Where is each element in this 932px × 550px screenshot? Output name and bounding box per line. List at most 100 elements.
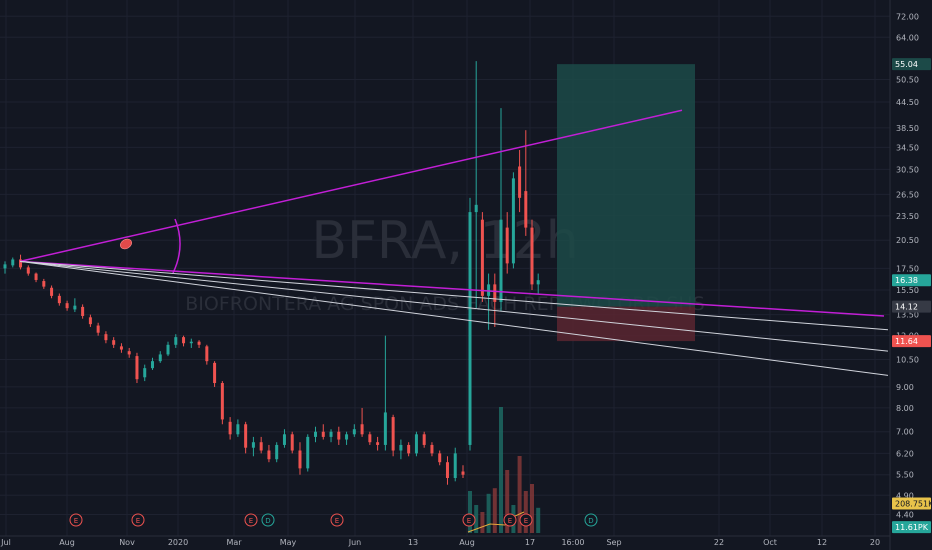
y-tick-label: 20.50 [896, 236, 919, 245]
candle-body [267, 450, 271, 460]
candle-body [127, 351, 131, 355]
candle-body [26, 267, 30, 274]
x-tick-label: 22 [714, 538, 724, 547]
y-tick-label: 9.00 [896, 383, 914, 392]
time-axis[interactable]: Jul Aug Nov 2020 Mar May Jun 13 Aug 17 16:00 Sep 22 O… [0, 535, 890, 547]
candle-body [360, 424, 364, 435]
event-marker-label: D [588, 517, 593, 525]
x-tick-label: 16:00 [561, 538, 584, 547]
volume-bar [530, 484, 534, 533]
drawing-marker[interactable] [119, 237, 134, 251]
x-tick-label: May [280, 538, 297, 547]
event-marker-label: E [467, 517, 471, 525]
price-badge-label: 55.04 [895, 60, 918, 69]
y-tick-label: 8.00 [896, 404, 914, 413]
candle-body [376, 442, 380, 445]
candle-body [205, 346, 209, 362]
candle-body [422, 434, 426, 445]
fan-line[interactable] [19, 260, 889, 376]
volume-bar [480, 512, 485, 533]
candle-body [182, 337, 186, 344]
y-tick-label: 6.20 [896, 449, 914, 458]
y-tick-label: 4.40 [896, 510, 914, 519]
x-tick-label: 2020 [168, 538, 188, 547]
candle-body [96, 325, 100, 333]
price-badge-label: 11.64 [895, 337, 918, 346]
candle-body [104, 334, 108, 341]
candle-body [189, 341, 193, 344]
candle-body [73, 305, 77, 310]
candle-body [259, 442, 263, 451]
y-tick-label: 34.50 [896, 143, 919, 152]
price-badge-label: 208.751K [895, 500, 932, 509]
price-badge-label: 11.61PK [895, 523, 929, 532]
candle-body [119, 346, 123, 350]
target-zone[interactable] [557, 64, 695, 307]
candle-body [197, 341, 201, 345]
candle-body [228, 421, 232, 435]
candle-body [337, 431, 341, 440]
candle-body [220, 383, 224, 420]
candle-body [345, 434, 349, 440]
x-tick-label: 12 [817, 538, 827, 547]
candle-body [236, 424, 240, 435]
candle-body [57, 295, 61, 304]
price-chart[interactable]: BFRA, 12h BIOFRONTERA AG SPON ADS EACH R… [0, 0, 932, 550]
volume-bar [486, 493, 491, 533]
candle-body [298, 450, 302, 469]
x-tick-label: Sep [606, 538, 621, 547]
y-tick-label: 30.50 [896, 165, 919, 174]
y-tick-label: 10.50 [896, 355, 919, 364]
x-tick-label: 20 [870, 538, 880, 547]
fan-line[interactable] [19, 260, 889, 331]
price-badge-label: 14.12 [895, 303, 918, 312]
event-marker-label: E [524, 517, 528, 525]
candle-body [314, 431, 318, 437]
candle-body [487, 284, 491, 296]
x-tick-label: Nov [119, 538, 135, 547]
candle-body [275, 444, 279, 460]
candle-body [34, 273, 38, 280]
candle-body [81, 306, 85, 316]
candle-body [480, 219, 484, 296]
candle-body [158, 354, 162, 362]
candle-body [88, 317, 92, 325]
candle-body [3, 264, 7, 269]
candle-body [112, 340, 116, 345]
candle-body [530, 227, 534, 285]
x-tick-label: Mar [226, 538, 242, 547]
candle-body [430, 444, 434, 454]
candle-body [42, 281, 46, 287]
candle-body [306, 436, 310, 469]
fan-line[interactable] [19, 260, 889, 352]
candle-body [453, 453, 457, 478]
y-tick-label: 5.50 [896, 471, 914, 480]
watermark-symbol: BFRA, 12h [311, 211, 578, 271]
candle-body [505, 227, 509, 264]
angle-arc[interactable] [172, 218, 181, 274]
x-tick-label: Oct [763, 538, 777, 547]
candle-body [399, 444, 403, 451]
event-marker-label: D [265, 517, 270, 525]
x-tick-label: Jun [348, 538, 362, 547]
x-tick-label: Jul [0, 538, 11, 547]
y-tick-label: 38.50 [896, 124, 919, 133]
y-tick-label: 7.00 [896, 428, 914, 437]
candle-body [414, 434, 418, 454]
x-tick-label: 13 [408, 538, 418, 547]
y-tick-label: 72.00 [896, 12, 919, 21]
candle-body [352, 429, 356, 435]
candle-body [282, 434, 286, 445]
candle-body [391, 417, 395, 451]
candle-body [461, 471, 465, 475]
candle-body [290, 434, 294, 451]
candle-body [65, 303, 69, 309]
y-tick-label: 50.50 [896, 75, 919, 84]
candlestick-series [3, 61, 540, 485]
y-tick-label: 64.00 [896, 33, 919, 42]
candle-body [251, 442, 255, 448]
candle-body [321, 431, 325, 437]
candle-body [524, 191, 528, 228]
candle-body [244, 424, 248, 448]
candle-body [445, 462, 449, 478]
